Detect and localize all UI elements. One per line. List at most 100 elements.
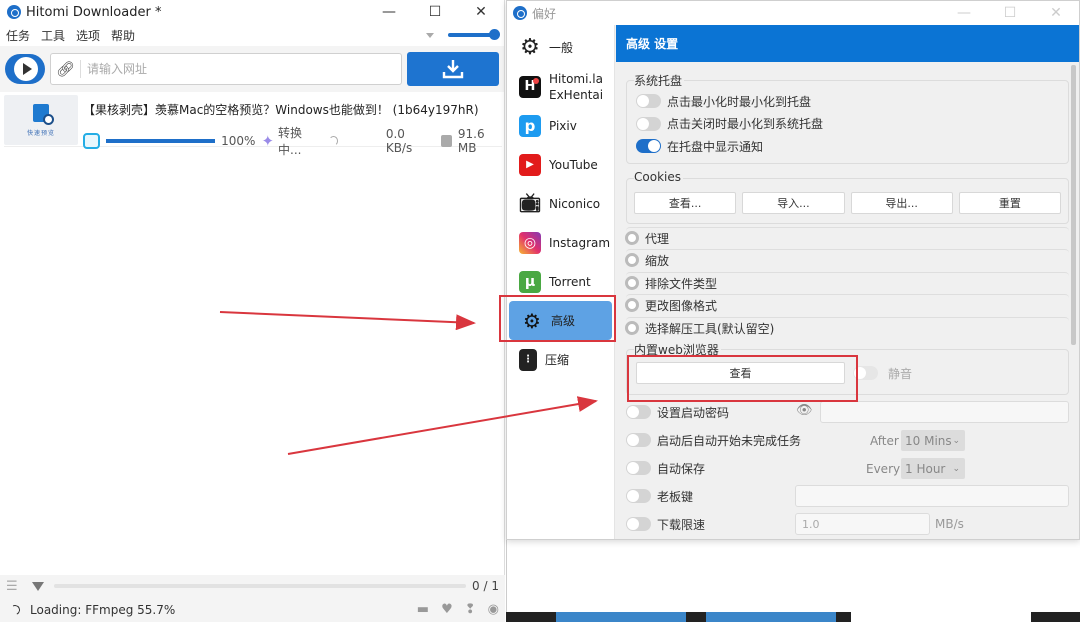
gear-icon: ⚙	[520, 35, 540, 60]
radio-icon[interactable]	[625, 321, 639, 335]
password-input[interactable]	[820, 401, 1069, 423]
browser-view-button[interactable]: 查看	[636, 362, 845, 384]
minimize-button[interactable]: —	[366, 0, 412, 24]
group-proxy[interactable]: 代理	[625, 227, 1069, 248]
background-taskbar	[506, 612, 1080, 622]
pref-maximize-button[interactable]: ☐	[987, 1, 1033, 25]
sidebar-item-label: Niconico	[549, 196, 601, 211]
preferences-window: 偏好 — ☐ ✕ ⚙ 一般 H Hitomi.la ExHentai p Pixi…	[506, 0, 1080, 540]
sidebar-item-niconico[interactable]: 📺︎ Niconico	[507, 184, 614, 223]
radio-icon[interactable]	[625, 231, 639, 245]
sidebar-item-youtube[interactable]: ▶ YouTube	[507, 145, 614, 184]
sidebar-item-label: 一般	[549, 41, 574, 55]
sidebar-item-torrent[interactable]: µ Torrent	[507, 262, 614, 301]
group-zoom[interactable]: 缩放	[625, 249, 1069, 270]
autosave-setting: 自动保存	[626, 457, 705, 479]
group-image-format[interactable]: 更改图像格式	[625, 294, 1069, 315]
tray-option[interactable]: 点击关闭时最小化到系统托盘	[627, 113, 1068, 136]
radio-icon[interactable]	[625, 276, 639, 290]
group-unzip-tool[interactable]: 选择解压工具(默认留空)	[625, 317, 1069, 338]
mute-toggle[interactable]	[853, 366, 878, 380]
cookies-export-button[interactable]: 导出...	[850, 192, 953, 214]
toggle-switch[interactable]	[636, 94, 661, 109]
chevron-down-icon: ⌄	[952, 435, 960, 446]
opacity-slider[interactable]	[448, 29, 500, 40]
thumbnail-caption: 快速预览	[26, 129, 55, 137]
tray-group: 系统托盘 点击最小化时最小化到托盘 点击关闭时最小化到系统托盘 在托盘中显示通知	[626, 72, 1069, 164]
eye-hidden-icon[interactable]: 👁︎	[796, 403, 813, 418]
sidebar-item-advanced[interactable]: ⚙ 高级	[509, 301, 612, 340]
autosave-interval-select[interactable]: 1 Hour ⌄	[901, 458, 965, 479]
pref-minimize-button[interactable]: —	[941, 1, 987, 25]
toggle-switch[interactable]	[636, 116, 661, 131]
status-bar: ☰ 0 / 1 Loading: FFmpeg 55.7% ▬ ♥ ❢ ◉	[0, 575, 505, 622]
task-row[interactable]: 快速预览 【果核剥壳】羡慕Mac的空格预览？Windows也能做到！ (1b64…	[4, 95, 502, 157]
menu-options[interactable]: 选项	[76, 27, 100, 44]
app-logo-icon	[513, 6, 527, 20]
loading-spinner-icon	[8, 603, 22, 616]
radio-icon[interactable]	[625, 298, 639, 312]
autosave-toggle[interactable]	[626, 461, 651, 475]
menu-bar: 任务 工具 选项 帮助	[0, 24, 504, 46]
autostart-toggle[interactable]	[626, 433, 651, 447]
feedback-icon[interactable]: ❢	[465, 602, 476, 617]
cookies-view-button[interactable]: 查看...	[634, 192, 737, 214]
menu-task[interactable]: 任务	[6, 27, 30, 44]
group-exclude-types[interactable]: 排除文件类型	[625, 272, 1069, 293]
heart-icon[interactable]: ♥	[441, 602, 453, 617]
tray-option[interactable]: 在托盘中显示通知	[627, 135, 1068, 158]
group-label: Cookies	[634, 170, 683, 184]
dropdown-arrow-icon[interactable]	[426, 32, 434, 38]
discord-icon[interactable]: ◉	[488, 602, 499, 617]
bilibili-icon	[83, 133, 100, 149]
sidebar-item-instagram[interactable]: ◎ Instagram	[507, 223, 614, 262]
loading-status: Loading: FFmpeg 55.7%	[30, 602, 176, 617]
niconico-icon: 📺︎	[518, 193, 542, 214]
speedlimit-input[interactable]: 1.0	[795, 513, 930, 535]
youtube-icon: ▶	[519, 153, 541, 176]
cookies-group: Cookies 查看... 导入... 导出... 重置	[626, 170, 1069, 224]
torrent-icon: µ	[519, 270, 541, 293]
title-bar: Hitomi Downloader * — ☐ ✕	[0, 0, 504, 24]
gears-icon: ⚙	[523, 308, 541, 333]
browser-group: 内置web浏览器 查看 静音	[626, 341, 1069, 395]
menu-tools[interactable]: 工具	[41, 27, 65, 44]
sidebar-item-compress[interactable]: ⋮ 压缩	[507, 340, 614, 379]
pref-close-button[interactable]: ✕	[1033, 1, 1079, 25]
slider-handle[interactable]	[489, 29, 500, 40]
autostart-setting: 启动后自动开始未完成任务	[626, 429, 801, 451]
background-window	[506, 540, 1080, 622]
maximize-button[interactable]: ☐	[412, 0, 458, 24]
vertical-scrollbar[interactable]	[1071, 65, 1076, 345]
cookies-import-button[interactable]: 导入...	[742, 192, 845, 214]
link-icon: 🔗︎	[51, 60, 81, 78]
autostart-delay-select[interactable]: 10 Mins ⌄	[901, 430, 965, 451]
group-label: 内置web浏览器	[634, 341, 721, 358]
sidebar-item-pixiv[interactable]: p Pixiv	[507, 106, 614, 145]
sparkle-icon: ✦	[261, 132, 275, 150]
radio-icon[interactable]	[625, 253, 639, 267]
close-button[interactable]: ✕	[458, 0, 504, 24]
speedlimit-toggle[interactable]	[626, 517, 651, 531]
menu-help[interactable]: 帮助	[111, 27, 135, 44]
play-icon	[23, 63, 32, 75]
sidebar-item-label: YouTube	[549, 157, 598, 172]
filter-icon[interactable]	[32, 581, 44, 591]
horizontal-scrollbar[interactable]	[54, 584, 466, 588]
sidebar-item-hitomi[interactable]: H Hitomi.la ExHentai	[507, 67, 614, 106]
start-toggle-button[interactable]	[5, 54, 45, 84]
download-button[interactable]	[407, 52, 499, 86]
bosskey-toggle[interactable]	[626, 489, 651, 503]
tray-option[interactable]: 点击最小化时最小化到托盘	[627, 90, 1068, 113]
hitomi-icon: H	[519, 75, 541, 98]
sidebar-item-general[interactable]: ⚙ 一般	[507, 28, 614, 67]
folder-icon[interactable]: ▬	[417, 602, 429, 617]
bosskey-input[interactable]	[795, 485, 1069, 507]
password-toggle[interactable]	[626, 405, 651, 419]
zip-icon: ⋮	[519, 348, 537, 371]
toggle-switch[interactable]	[636, 139, 661, 154]
pref-sidebar: ⚙ 一般 H Hitomi.la ExHentai p Pixiv ▶ YouTu…	[507, 25, 615, 539]
cookies-reset-button[interactable]: 重置	[958, 192, 1061, 214]
sort-icon[interactable]: ☰	[6, 579, 22, 594]
url-input[interactable]	[81, 62, 401, 76]
